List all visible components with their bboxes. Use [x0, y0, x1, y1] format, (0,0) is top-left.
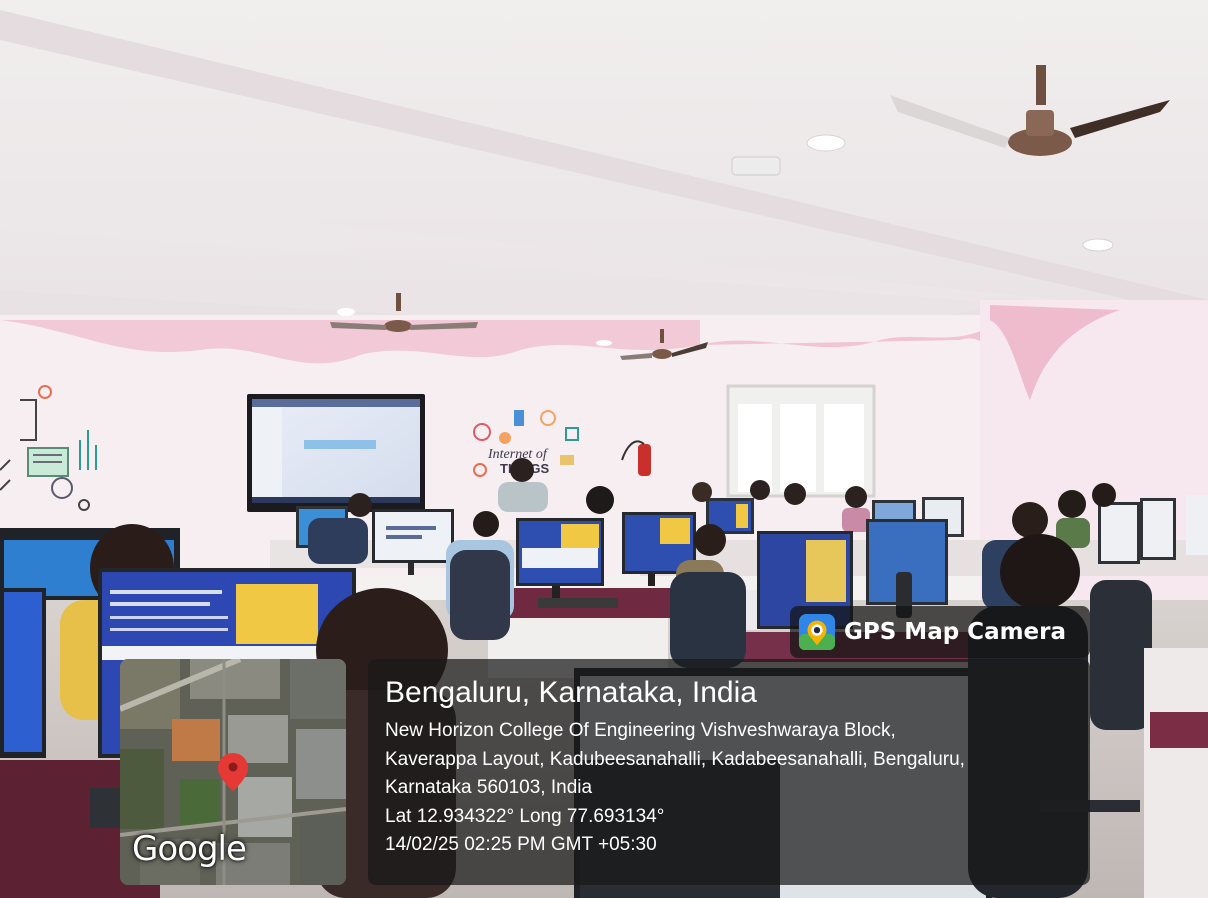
presentation-screen [247, 394, 425, 512]
window [726, 384, 876, 498]
photo-stage: Internet of THINGS [0, 0, 1208, 898]
ceiling-light [1082, 238, 1114, 252]
monitor [1186, 495, 1208, 555]
google-logo: Google [132, 829, 247, 869]
keyboard [90, 788, 120, 828]
datetime-text: 14/02/25 02:25 PM GMT +05:30 [385, 834, 657, 855]
chair [1090, 580, 1152, 730]
address-line: Karnataka 560103, India [385, 777, 593, 798]
gps-map-camera-badge: GPS Map Camera [790, 606, 1090, 658]
location-title: Bengaluru, Karnataka, India [385, 676, 757, 709]
monitor [1143, 501, 1173, 557]
app-title: GPS Map Camera [844, 619, 1067, 645]
coordinates-text: Lat 12.934322° Long 77.693134° [385, 805, 665, 827]
partition-right [1144, 648, 1208, 898]
chair [450, 550, 510, 640]
monitor [1101, 505, 1137, 561]
ceiling-light [596, 340, 612, 346]
gps-map-camera-app-icon [798, 613, 836, 651]
chair [670, 572, 746, 668]
partition-right-stripe [1150, 712, 1208, 748]
location-info-panel: Bengaluru, Karnataka, India New Horizon … [368, 659, 1090, 885]
monitor [736, 504, 748, 528]
smoke-detector [731, 156, 781, 176]
ceiling-light [806, 134, 846, 152]
ceiling-light [337, 308, 355, 316]
address-line: New Horizon College Of Engineering Vishv… [385, 720, 896, 741]
map-thumbnail: Google [120, 659, 346, 885]
address-line: Kaverappa Layout, Kadubeesanahalli, Kada… [385, 748, 965, 770]
